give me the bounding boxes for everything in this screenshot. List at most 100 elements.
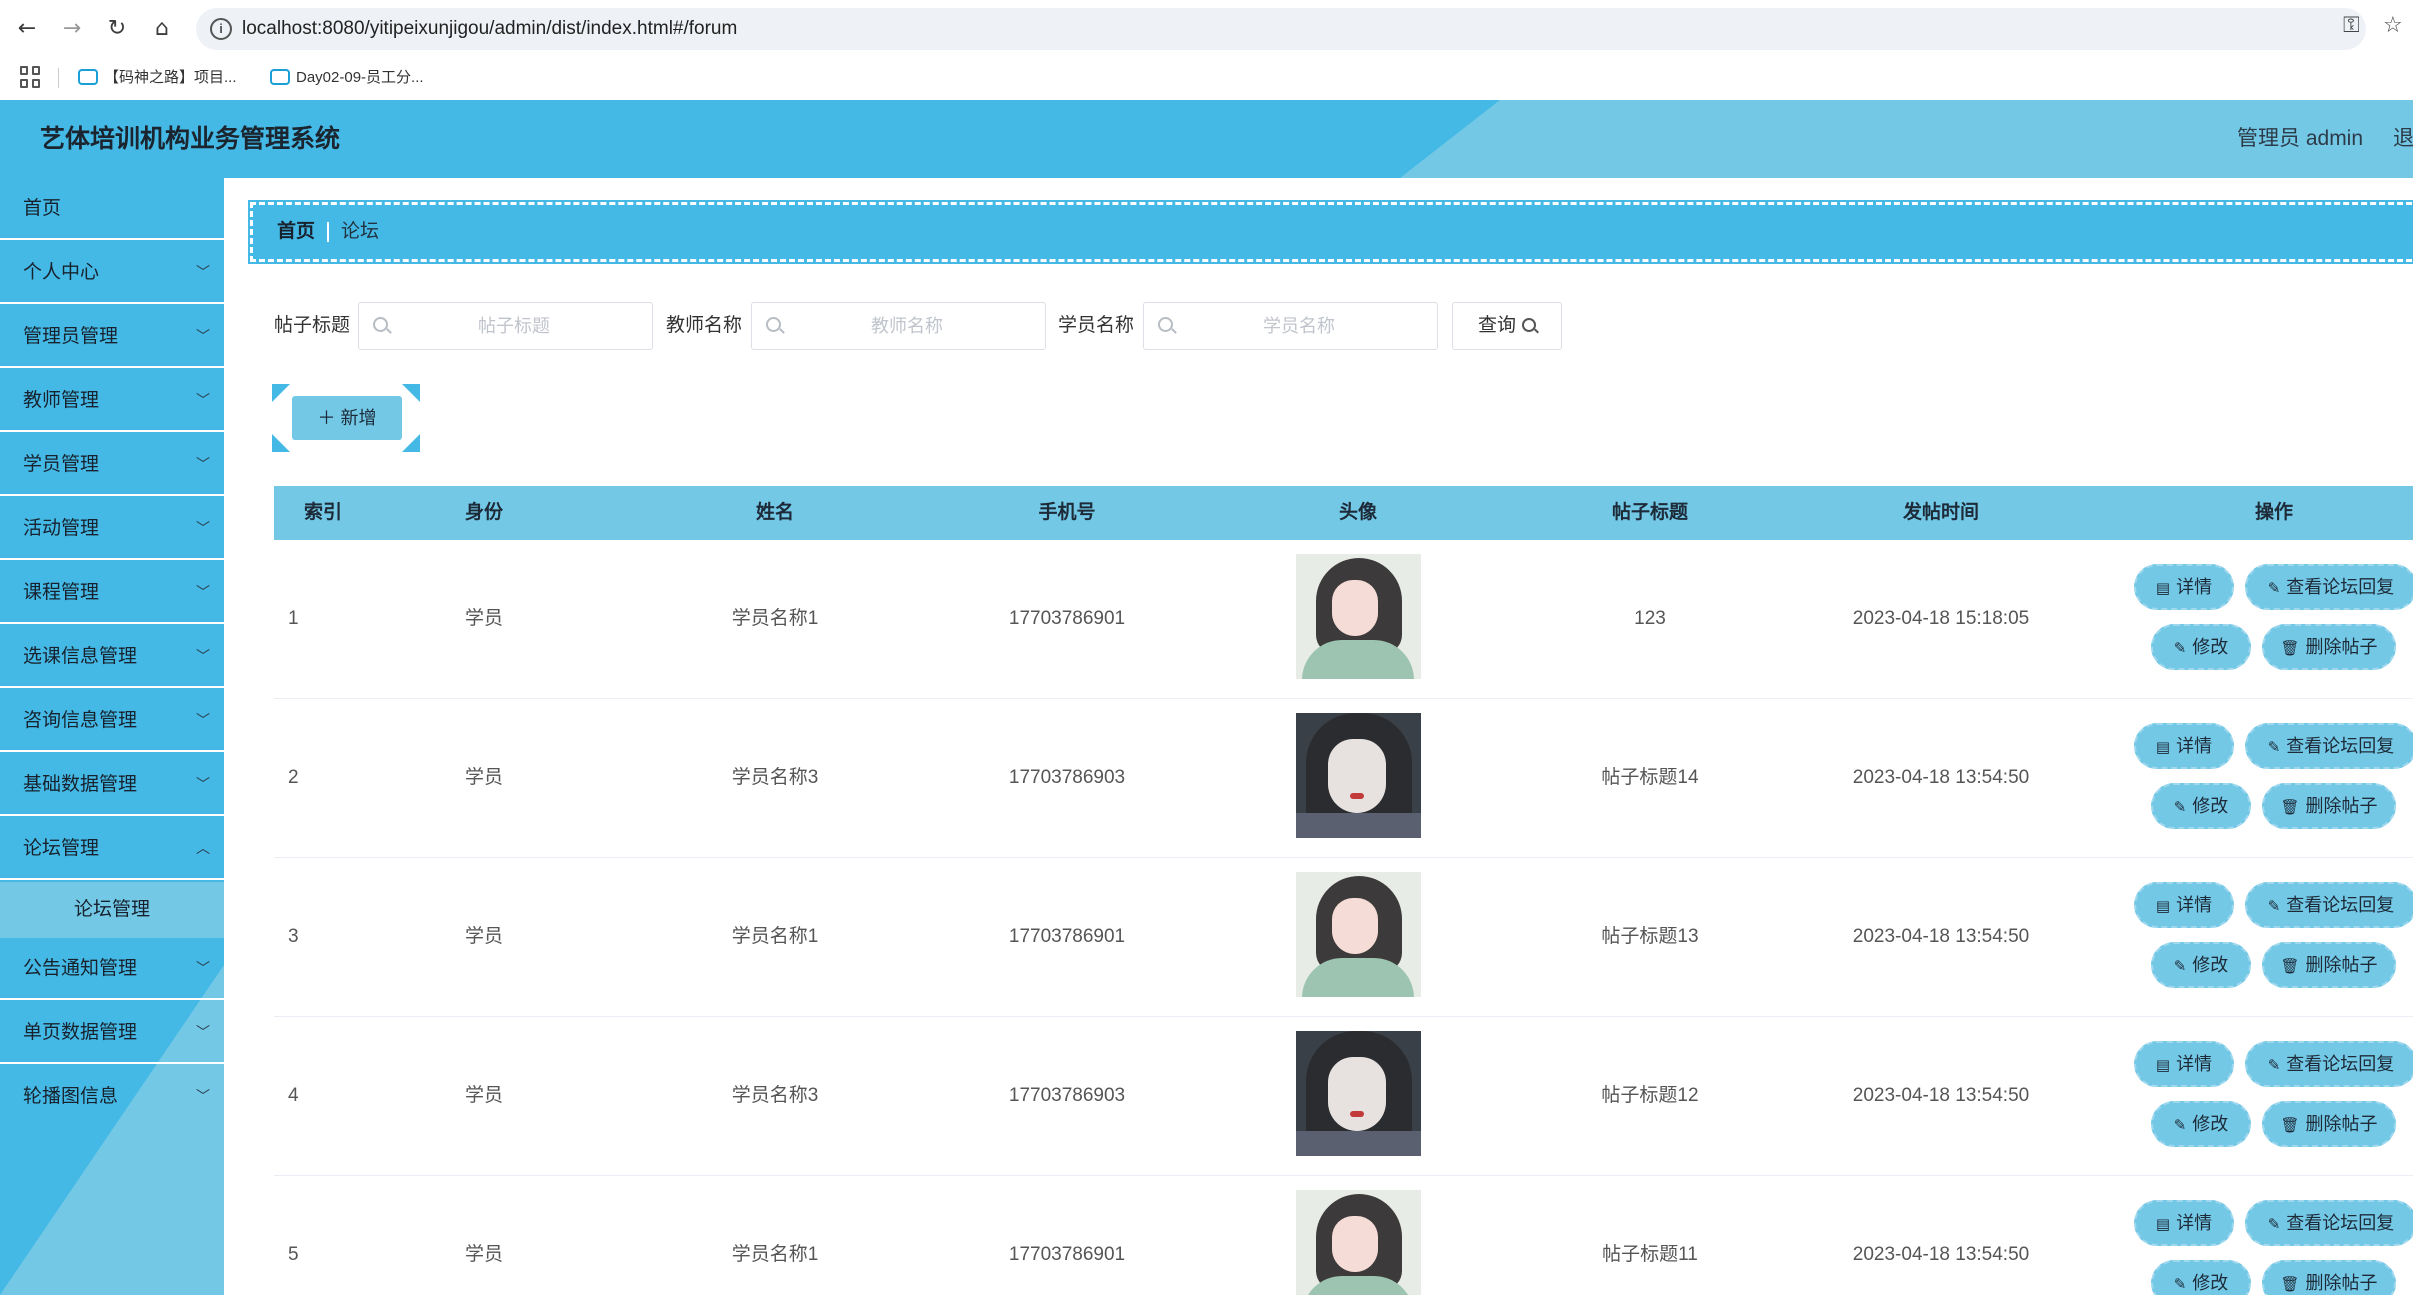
chevron-down-icon: ﹀ [196, 521, 210, 537]
edit-button[interactable]: ✎ 修改 [2151, 1101, 2251, 1147]
avatar-face [1332, 580, 1378, 636]
bookmark-item-1[interactable]: 【码神之路】项目... [78, 64, 237, 92]
home-icon[interactable]: ⌂ [145, 12, 179, 46]
view-replies-label: 查看论坛回复 [2286, 736, 2395, 756]
cell-phone: 17703786901 [1008, 608, 1126, 629]
app-header: 艺体培训机构业务管理系统 管理员 admin 退 [0, 100, 2413, 178]
sidebar-item-basic-data-management[interactable]: 基础数据管理 ﹀ [0, 754, 224, 816]
key-icon[interactable]: ⚿ [2343, 13, 2360, 38]
avatar-body [1296, 813, 1421, 838]
query-button[interactable]: 查询 [1452, 302, 1562, 350]
view-replies-button[interactable]: ✎ 查看论坛回复 [2245, 882, 2413, 928]
trash-icon: 🗑 [2280, 1275, 2300, 1293]
sidebar-item-teacher-management[interactable]: 教师管理 ﹀ [0, 370, 224, 432]
view-replies-button[interactable]: ✎ 查看论坛回复 [2245, 723, 2413, 769]
cell-role: 学员 [464, 608, 504, 629]
post-title-input[interactable] [399, 303, 629, 349]
edit-label: 修改 [2192, 1114, 2229, 1134]
chevron-down-icon: ﹀ [196, 1089, 210, 1105]
edit-label: 修改 [2192, 1273, 2229, 1293]
url-text[interactable]: localhost:8080/yitipeixunjigou/admin/dis… [242, 8, 737, 50]
breadcrumb-home[interactable]: 首页 [277, 205, 315, 259]
cell-index: 2 [288, 767, 299, 788]
sidebar-item-personal-center[interactable]: 个人中心 ﹀ [0, 242, 224, 304]
sidebar-item-activity-management[interactable]: 活动管理 ﹀ [0, 498, 224, 560]
corner-decoration [272, 384, 290, 402]
admin-user-label: 管理员 admin [2237, 127, 2364, 150]
edit-button[interactable]: ✎ 修改 [2151, 624, 2251, 670]
sidebar-item-single-page-data[interactable]: 单页数据管理 ﹀ [0, 1002, 224, 1064]
sidebar-item-forum-management[interactable]: 论坛管理 ︿ [0, 818, 224, 880]
detail-button[interactable]: ▤ 详情 [2134, 564, 2234, 610]
logout-button[interactable]: 退 [2393, 100, 2413, 178]
detail-button[interactable]: ▤ 详情 [2134, 1200, 2234, 1246]
column-header-post-title: 帖子标题 [1611, 502, 1689, 523]
sidebar-item-enrollment-management[interactable]: 选课信息管理 ﹀ [0, 626, 224, 688]
table-header: 索引 身份 姓名 手机号 头像 帖子标题 发帖时间 操作 [274, 486, 2413, 540]
add-label: 新增 [340, 408, 377, 428]
document-icon: ▤ [2155, 897, 2171, 915]
document-icon: ▤ [2155, 579, 2171, 597]
bookmark-item-2[interactable]: Day02-09-员工分... [270, 64, 424, 92]
avatar [1296, 872, 1421, 997]
teacher-name-field[interactable] [751, 302, 1046, 350]
edit-button[interactable]: ✎ 修改 [2151, 1260, 2251, 1295]
student-name-field[interactable] [1143, 302, 1438, 350]
student-name-input[interactable] [1184, 303, 1414, 349]
sidebar-item-label: 咨询信息管理 [23, 710, 138, 731]
delete-post-button[interactable]: 🗑 删除帖子 [2262, 942, 2396, 988]
avatar [1296, 1031, 1421, 1156]
delete-post-button[interactable]: 🗑 删除帖子 [2262, 624, 2396, 670]
view-replies-button[interactable]: ✎ 查看论坛回复 [2245, 564, 2413, 610]
reload-icon[interactable]: ↻ [100, 12, 134, 46]
sidebar-item-admin-management[interactable]: 管理员管理 ﹀ [0, 306, 224, 368]
cell-post-time: 2023-04-18 13:54:50 [1852, 767, 2030, 788]
detail-button[interactable]: ▤ 详情 [2134, 1041, 2234, 1087]
delete-post-button[interactable]: 🗑 删除帖子 [2262, 1101, 2396, 1147]
corner-decoration [272, 434, 290, 452]
delete-label: 删除帖子 [2305, 1114, 2378, 1134]
bookmark-star-icon[interactable]: ☆ [2383, 13, 2403, 38]
sidebar-item-consultation-management[interactable]: 咨询信息管理 ﹀ [0, 690, 224, 752]
view-replies-button[interactable]: ✎ 查看论坛回复 [2245, 1200, 2413, 1246]
detail-button[interactable]: ▤ 详情 [2134, 882, 2234, 928]
sidebar-item-student-management[interactable]: 学员管理 ﹀ [0, 434, 224, 496]
apps-grid-icon[interactable] [20, 66, 42, 88]
teacher-name-input[interactable] [792, 303, 1022, 349]
site-info-icon[interactable]: i [210, 18, 232, 40]
edit-icon: ✎ [2173, 1116, 2187, 1134]
cell-post-time: 2023-04-18 15:18:05 [1852, 608, 2030, 629]
view-replies-label: 查看论坛回复 [2286, 1054, 2395, 1074]
add-button[interactable]: ＋ 新增 [292, 396, 402, 440]
delete-post-button[interactable]: 🗑 删除帖子 [2262, 1260, 2396, 1295]
delete-post-button[interactable]: 🗑 删除帖子 [2262, 783, 2396, 829]
sidebar-item-course-management[interactable]: 课程管理 ﹀ [0, 562, 224, 624]
edit-button[interactable]: ✎ 修改 [2151, 783, 2251, 829]
sidebar-item-carousel-info[interactable]: 轮播图信息 ﹀ [0, 1066, 224, 1128]
cell-phone: 17703786903 [1008, 767, 1126, 788]
table-row: 5 学员 学员名称1 17703786901 帖子标题11 2023-04-18 13:5… [274, 1176, 2413, 1295]
chevron-down-icon: ﹀ [196, 393, 210, 409]
trash-icon: 🗑 [2280, 798, 2300, 816]
cell-post-title: 帖子标题12 [1601, 1085, 1699, 1106]
delete-label: 删除帖子 [2305, 1273, 2378, 1293]
sidebar-item-label: 管理员管理 [23, 326, 119, 347]
sidebar-item-home[interactable]: 首页 [0, 178, 224, 240]
view-replies-label: 查看论坛回复 [2286, 1213, 2395, 1233]
column-header-actions: 操作 [2254, 502, 2294, 523]
edit-button[interactable]: ✎ 修改 [2151, 942, 2251, 988]
cell-post-time: 2023-04-18 13:54:50 [1852, 926, 2030, 947]
edit-icon: ✎ [2173, 639, 2187, 657]
view-replies-button[interactable]: ✎ 查看论坛回复 [2245, 1041, 2413, 1087]
forward-arrow-icon[interactable]: → [55, 12, 89, 46]
sidebar-item-announcement-management[interactable]: 公告通知管理 ﹀ [0, 938, 224, 1000]
avatar-body [1296, 1131, 1421, 1156]
back-arrow-icon[interactable]: ← [10, 12, 44, 46]
post-title-field[interactable] [358, 302, 653, 350]
column-header-role: 身份 [464, 502, 504, 523]
address-bar[interactable]: i localhost:8080/yitipeixunjigou/admin/d… [196, 8, 2366, 50]
detail-button[interactable]: ▤ 详情 [2134, 723, 2234, 769]
cell-index: 3 [288, 926, 299, 947]
sidebar-subitem-forum-management[interactable]: 论坛管理 [0, 882, 224, 938]
bookmark-label: Day02-09-员工分... [296, 69, 424, 86]
